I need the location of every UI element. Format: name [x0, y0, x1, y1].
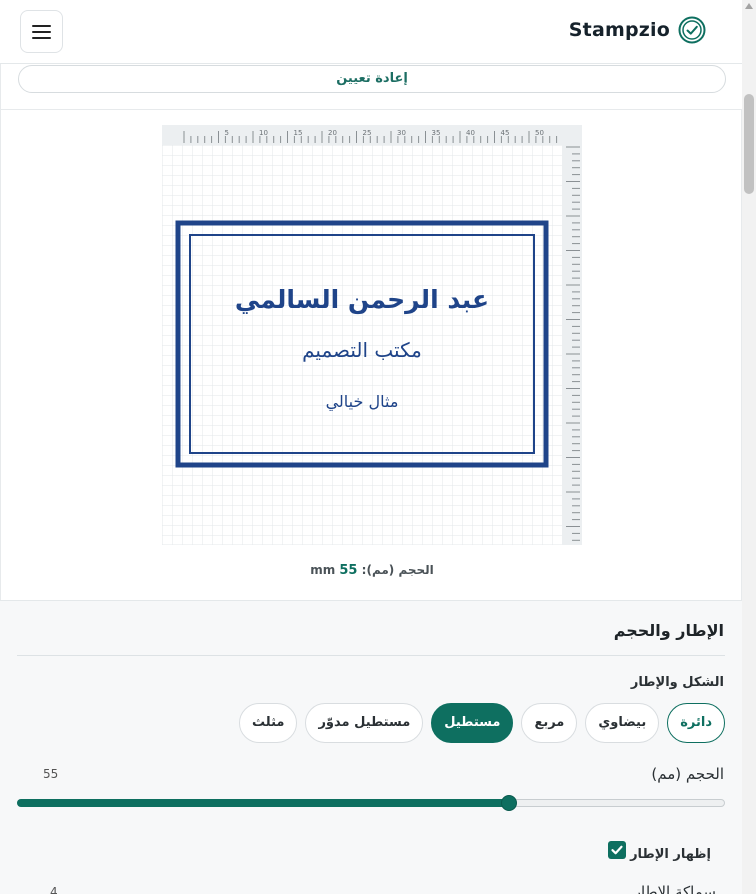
ruler-tick-label: 5	[225, 129, 229, 137]
scroll-thumb[interactable]	[744, 94, 754, 194]
section-divider	[17, 655, 725, 656]
controls-panel: الإطار والحجم الشكل والإطار دائرة بيضاوي م…	[0, 600, 742, 894]
show-border-checkbox[interactable]	[608, 840, 627, 859]
top-bar: Stampzio	[0, 0, 742, 64]
ruler-tick-label: 45	[501, 129, 510, 137]
ruler-tick-label: 25	[363, 129, 372, 137]
shape-options: دائرة بيضاوي مربع مستطيل مستطيل مدوّر مثلث	[239, 703, 725, 743]
size-readout-unit: mm	[310, 563, 336, 577]
size-slider-thumb[interactable]	[501, 795, 518, 811]
shape-label: الشكل والإطار	[630, 675, 724, 690]
border-thickness-value: 4	[50, 885, 58, 894]
section-title: الإطار والحجم	[613, 621, 724, 640]
border-thickness-label: سماكة الإطار	[633, 883, 716, 894]
page-scrollbar[interactable]	[742, 0, 756, 894]
stamp-line-3: مثال خيالي	[326, 392, 399, 412]
show-border-label: إظهار الإطار	[630, 847, 711, 862]
stamp-canvas[interactable]: 5 10 15 20 25 30 35 40 45 50 عبد الرحمن السالمي م…	[162, 125, 582, 545]
checkmark-icon	[611, 845, 623, 854]
ruler-tick-label: 20	[328, 129, 337, 137]
scroll-up-arrow-icon[interactable]	[745, 3, 753, 9]
check-circle-logo-icon	[678, 16, 706, 44]
brand[interactable]: Stampzio	[569, 16, 706, 44]
shape-option-button[interactable]: مستطيل	[431, 703, 514, 743]
ruler-tick-label: 50	[535, 129, 544, 137]
reset-button[interactable]: إعادة تعيين	[18, 65, 726, 93]
shape-option-button[interactable]: مثلث	[239, 703, 298, 743]
show-border-row[interactable]: إظهار الإطار	[608, 837, 711, 862]
menu-button[interactable]	[20, 10, 63, 53]
size-value: 55	[43, 767, 59, 781]
ruler-tick-label: 35	[432, 129, 441, 137]
size-readout-label: الحجم (مم):	[361, 563, 434, 577]
stamp-preview-section: 5 10 15 20 25 30 35 40 45 50 عبد الرحمن السالمي م…	[0, 110, 742, 600]
shape-option-button[interactable]: بيضاوي	[585, 703, 660, 743]
shape-option-button[interactable]: دائرة	[667, 703, 725, 743]
ruler-tick-label: 10	[259, 129, 268, 137]
stamp-line-2: مكتب التصميم	[302, 338, 422, 362]
hamburger-menu-icon	[32, 24, 51, 39]
reset-section: إعادة تعيين	[0, 64, 742, 110]
shape-option-button[interactable]: مستطيل مدوّر	[305, 703, 424, 743]
size-slider-fill	[17, 799, 510, 807]
stamp-line-1: عبد الرحمن السالمي	[235, 285, 489, 315]
ruler-tick-label: 40	[466, 129, 475, 137]
size-readout-value: 55	[339, 563, 358, 578]
size-readout: الحجم (مم): 55 mm	[1, 563, 743, 578]
ruler-tick-label: 15	[294, 129, 303, 137]
size-label: الحجم (مم)	[651, 765, 724, 783]
ruler-tick-label: 30	[397, 129, 406, 137]
shape-option-button[interactable]: مربع	[521, 703, 578, 743]
brand-name: Stampzio	[568, 19, 670, 41]
